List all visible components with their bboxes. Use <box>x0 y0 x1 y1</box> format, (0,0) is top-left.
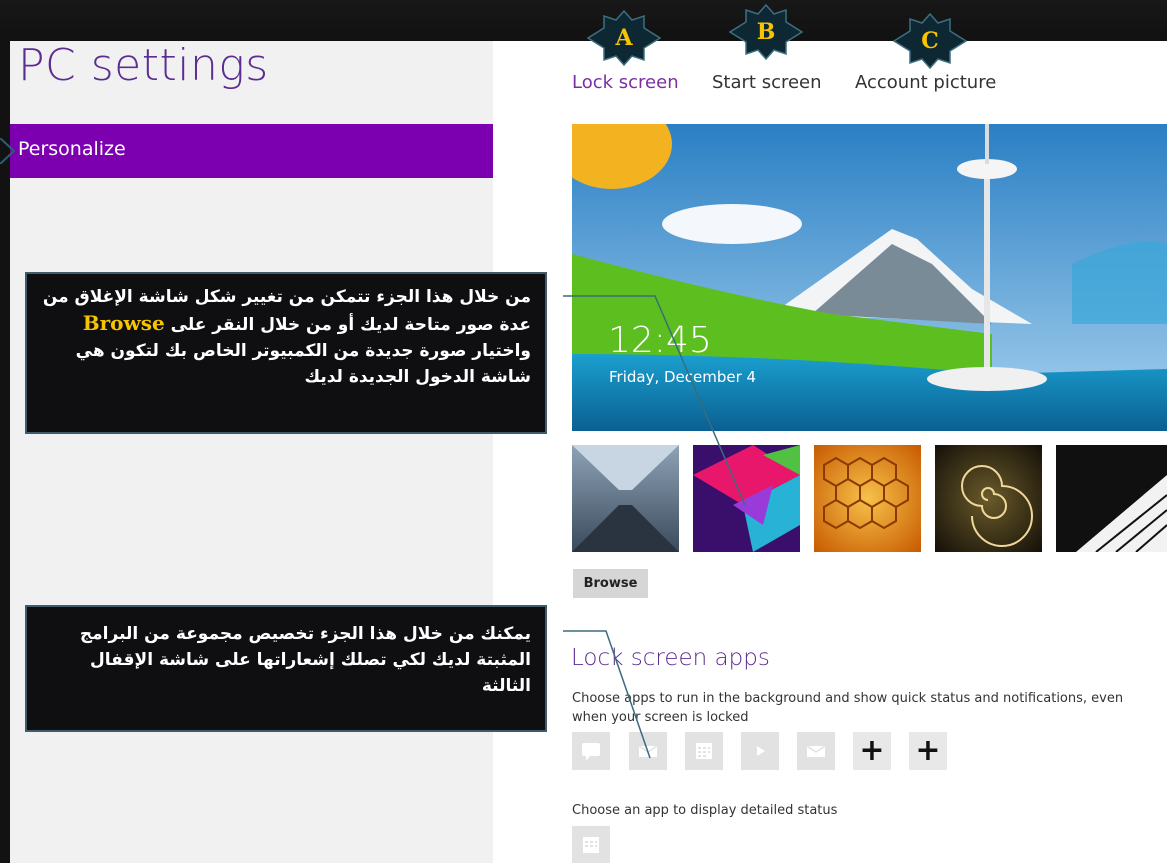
callout-pointer-lines <box>563 295 746 759</box>
